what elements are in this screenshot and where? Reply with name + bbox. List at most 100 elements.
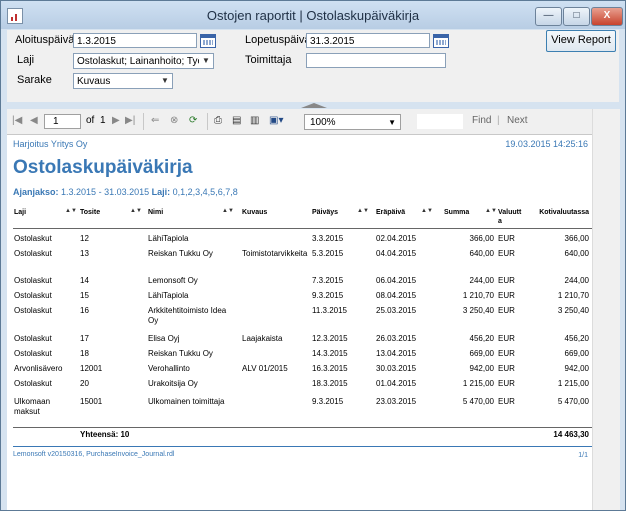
maximize-button[interactable]: □ [563, 7, 590, 26]
cell-summa: 366,00 [469, 234, 494, 243]
column-header-laji: Laji [14, 209, 27, 216]
column-header-tosite: Tosite [80, 209, 101, 216]
page-setup-icon[interactable]: ▥ [250, 115, 259, 126]
column-header-nimi: Nimi [148, 209, 164, 216]
cell-koti: 669,00 [564, 349, 589, 358]
cell-koti: 942,00 [564, 364, 589, 373]
supplier-input[interactable] [306, 53, 446, 68]
refresh-icon[interactable]: ⟳ [189, 115, 197, 126]
cell-laji: Arvonlisävero [14, 364, 63, 373]
start-date-input[interactable]: 1.3.2015 [73, 33, 197, 48]
report-period: Ajanjakso: 1.3.2015 - 31.03.2015 Laji: 0… [13, 187, 238, 197]
report-canvas: Harjoitus Yritys Oy 19.03.2015 14:25:16 … [7, 135, 594, 510]
cell-erapaiva: 06.04.2015 [376, 276, 417, 285]
cell-summa: 640,00 [469, 249, 494, 258]
cell-laji: Ostolaskut [14, 334, 52, 343]
next-page-icon[interactable]: ▶ [112, 115, 120, 126]
cell-paivays: 12.3.2015 [312, 334, 348, 343]
sort-icon[interactable]: ▲▼ [357, 208, 369, 214]
type-select-value: Ostolaskut; Lainanhoito; Työna [77, 56, 214, 67]
cell-erapaiva: 08.04.2015 [376, 291, 417, 300]
cell-nimi: Reiskan Tukku Oy [148, 249, 213, 258]
footer-rule [13, 446, 594, 447]
sort-icon[interactable]: ▲▼ [421, 208, 433, 214]
calendar-icon[interactable] [433, 34, 449, 48]
cell-nimi: Lemonsoft Oy [148, 276, 198, 285]
cell-erapaiva: 25.03.2015 [376, 306, 417, 315]
app-window: Ostojen raportit | Ostolaskupäiväkirja —… [0, 0, 626, 511]
last-page-icon[interactable]: ▶| [125, 115, 135, 126]
type-filter-value: 0,1,2,3,4,5,6,7,8 [172, 187, 238, 197]
close-button[interactable]: X [591, 7, 623, 26]
cell-koti: 1 210,70 [557, 291, 589, 300]
parameter-panel: Aloituspäivä 1.3.2015 Lopetuspäivä 31.3.… [7, 30, 619, 102]
find-button[interactable]: Find [472, 115, 491, 126]
page-of-label: of [86, 115, 95, 126]
report-datetime: 19.03.2015 14:25:16 [505, 139, 588, 149]
find-text-input[interactable] [417, 114, 463, 129]
cell-summa: 669,00 [469, 349, 494, 358]
cell-nimi: Ulkomainen toimittaja [148, 397, 225, 406]
total-pages: 1 [100, 115, 106, 126]
print-icon[interactable]: ⎙ [214, 115, 222, 126]
cell-summa: 5 470,00 [462, 397, 494, 406]
cell-koti: 5 470,00 [557, 397, 589, 406]
find-next-button[interactable]: Next [507, 115, 528, 126]
first-page-icon[interactable]: |◀ [12, 115, 22, 126]
header-rule [13, 228, 594, 229]
cell-valuutta: EUR [498, 379, 515, 388]
minimize-button[interactable]: — [535, 7, 562, 26]
column-header-kuvaus: Kuvaus [242, 209, 268, 216]
total-value: 14 463,30 [553, 430, 589, 439]
cell-laji: Ostolaskut [14, 349, 52, 358]
total-label: Yhteensä: 10 [80, 430, 130, 439]
vertical-scrollbar[interactable] [592, 109, 620, 510]
column-header-erapaiva: Eräpäivä [376, 209, 406, 216]
back-icon[interactable]: ⇐ [151, 115, 159, 126]
collapse-parameters-handle[interactable] [301, 103, 327, 108]
type-filter-label: Laji: [151, 187, 171, 197]
cell-paivays: 9.3.2015 [312, 291, 344, 300]
cell-koti: 366,00 [564, 234, 589, 243]
cell-erapaiva: 23.03.2015 [376, 397, 417, 406]
cell-tosite: 20 [80, 379, 89, 388]
end-date-input[interactable]: 31.3.2015 [306, 33, 430, 48]
cell-paivays: 18.3.2015 [312, 379, 348, 388]
page-number-input[interactable]: 1 [44, 114, 81, 129]
cell-valuutta: EUR [498, 306, 515, 315]
cell-tosite: 17 [80, 334, 89, 343]
cell-nimi: LähiTapiola [148, 291, 189, 300]
window-title: Ostojen raportit | Ostolaskupäiväkirja [206, 8, 420, 23]
cell-valuutta: EUR [498, 364, 515, 373]
cell-tosite: 16 [80, 306, 89, 315]
cell-tosite: 15001 [80, 397, 103, 406]
cell-erapaiva: 02.04.2015 [376, 234, 417, 243]
previous-page-icon[interactable]: ◀ [30, 115, 38, 126]
view-report-button[interactable]: View Report [546, 30, 616, 52]
cell-paivays: 14.3.2015 [312, 349, 348, 358]
cell-tosite: 14 [80, 276, 89, 285]
stop-icon[interactable]: ⊗ [170, 115, 178, 126]
report-title: Ostolaskupäiväkirja [13, 157, 193, 178]
column-header-valuutta: Valuutta [498, 209, 522, 225]
column-select[interactable]: Kuvaus ▼ [73, 73, 173, 89]
print-layout-icon[interactable]: ▤ [232, 115, 241, 126]
cell-laji: Ostolaskut [14, 276, 52, 285]
calendar-icon[interactable] [200, 34, 216, 48]
export-icon[interactable]: ▣▾ [269, 115, 283, 126]
sort-icon[interactable]: ▲▼ [130, 208, 142, 214]
cell-laji: Ostolaskut [14, 291, 52, 300]
cell-laji: Ostolaskut [14, 249, 52, 258]
cell-koti: 244,00 [564, 276, 589, 285]
cell-summa: 1 215,00 [462, 379, 494, 388]
zoom-select[interactable]: 100% ▼ [304, 114, 401, 130]
sort-icon[interactable]: ▲▼ [65, 208, 77, 214]
chevron-down-icon: ▼ [199, 54, 213, 68]
cell-summa: 942,00 [469, 364, 494, 373]
sort-icon[interactable]: ▲▼ [485, 208, 497, 214]
cell-nimi: Verohallinto [148, 364, 190, 373]
period-value: 1.3.2015 - 31.03.2015 [61, 187, 150, 197]
sort-icon[interactable]: ▲▼ [222, 208, 234, 214]
cell-koti: 3 250,40 [557, 306, 589, 315]
type-select[interactable]: Ostolaskut; Lainanhoito; Työna ▼ [73, 53, 214, 69]
